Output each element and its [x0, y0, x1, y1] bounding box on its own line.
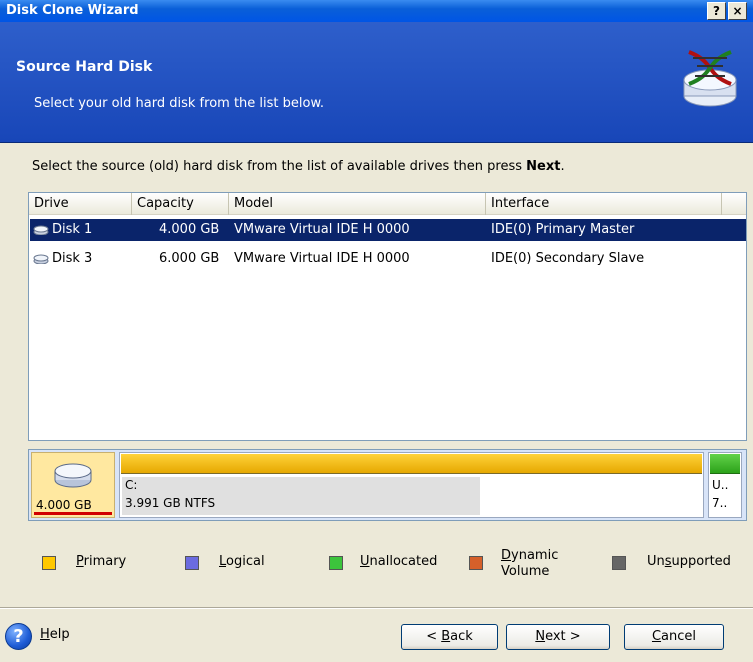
- instruction-next-keyword: Next: [526, 159, 561, 174]
- partition-letter: C:: [125, 478, 138, 492]
- column-model[interactable]: Model: [229, 193, 486, 215]
- close-button[interactable]: ×: [728, 2, 747, 20]
- step-title: Source Hard Disk: [16, 59, 153, 75]
- legend-dynamic-label: Dynamic Volume: [501, 548, 559, 579]
- drive-name: Disk 1: [52, 222, 93, 237]
- footer-separator: [0, 607, 753, 609]
- disk-clone-icon: [683, 50, 737, 107]
- partition-type-bar: [710, 454, 740, 474]
- column-drive[interactable]: Drive: [29, 193, 132, 215]
- help-title-button[interactable]: ?: [707, 2, 726, 20]
- drive-row-disk-1[interactable]: Disk 1 4.000 GB VMware Virtual IDE H 000…: [30, 219, 746, 241]
- hard-disk-icon: [54, 463, 92, 488]
- cancel-button[interactable]: Cancel: [624, 624, 724, 650]
- legend-unallocated-label: Unallocated: [360, 554, 438, 569]
- column-capacity[interactable]: Capacity: [132, 193, 229, 215]
- disk-clone-wizard-window: Disk Clone Wizard ? × Source Hard Disk S…: [0, 0, 753, 662]
- legend-dynamic-swatch: [469, 556, 483, 570]
- legend-unsupported-label: Unsupported: [647, 554, 731, 569]
- disk-partition-map: 4.000 GB C: 3.991 GB NTFS U.. 7..: [28, 449, 747, 521]
- wizard-header: Source Hard Disk Select your old hard di…: [0, 22, 753, 143]
- help-icon[interactable]: ?: [5, 623, 32, 650]
- partition-letter: U..: [712, 478, 729, 492]
- legend-unallocated-swatch: [329, 556, 343, 570]
- partition-type-bar: [121, 454, 702, 474]
- step-subtitle: Select your old hard disk from the list …: [34, 96, 325, 111]
- drive-name: Disk 3: [52, 251, 93, 266]
- drive-interface: IDE(0) Secondary Slave: [491, 251, 645, 266]
- drive-list-header: Drive Capacity Model Interface: [29, 193, 746, 215]
- window-title: Disk Clone Wizard: [6, 3, 139, 18]
- back-button[interactable]: < Back: [401, 624, 498, 650]
- title-bar: Disk Clone Wizard ? ×: [0, 0, 753, 22]
- column-interface[interactable]: Interface: [486, 193, 722, 215]
- disk-summary-tile[interactable]: 4.000 GB: [31, 452, 115, 518]
- drive-model: VMware Virtual IDE H 0000: [234, 222, 410, 237]
- legend-logical-swatch: [185, 556, 199, 570]
- drive-row-disk-3[interactable]: Disk 3 6.000 GB VMware Virtual IDE H 000…: [30, 248, 746, 270]
- hard-disk-icon: [33, 225, 49, 235]
- legend-unsupported-swatch: [612, 556, 626, 570]
- legend-primary-swatch: [42, 556, 56, 570]
- instruction-text: Select the source (old) hard disk from t…: [32, 159, 565, 174]
- help-link[interactable]: Help: [40, 627, 70, 642]
- legend-primary-label: Primary: [76, 554, 127, 569]
- partition-size: 7..: [712, 496, 728, 510]
- legend-logical-label: Logical: [219, 554, 265, 569]
- partition-unallocated[interactable]: U.. 7..: [708, 452, 742, 518]
- drive-interface: IDE(0) Primary Master: [491, 222, 635, 237]
- hard-disk-icon: [33, 254, 49, 264]
- drive-capacity: 4.000 GB: [159, 222, 220, 237]
- partition-size-fs: 3.991 GB NTFS: [125, 496, 216, 510]
- disk-selection-underline: [34, 512, 112, 515]
- drive-model: VMware Virtual IDE H 0000: [234, 251, 410, 266]
- drive-capacity: 6.000 GB: [159, 251, 220, 266]
- next-button[interactable]: Next >: [506, 624, 610, 650]
- drive-list[interactable]: Drive Capacity Model Interface Disk 1 4.…: [28, 192, 747, 441]
- partition-c[interactable]: C: 3.991 GB NTFS: [119, 452, 704, 518]
- disk-capacity-label: 4.000 GB: [36, 498, 92, 512]
